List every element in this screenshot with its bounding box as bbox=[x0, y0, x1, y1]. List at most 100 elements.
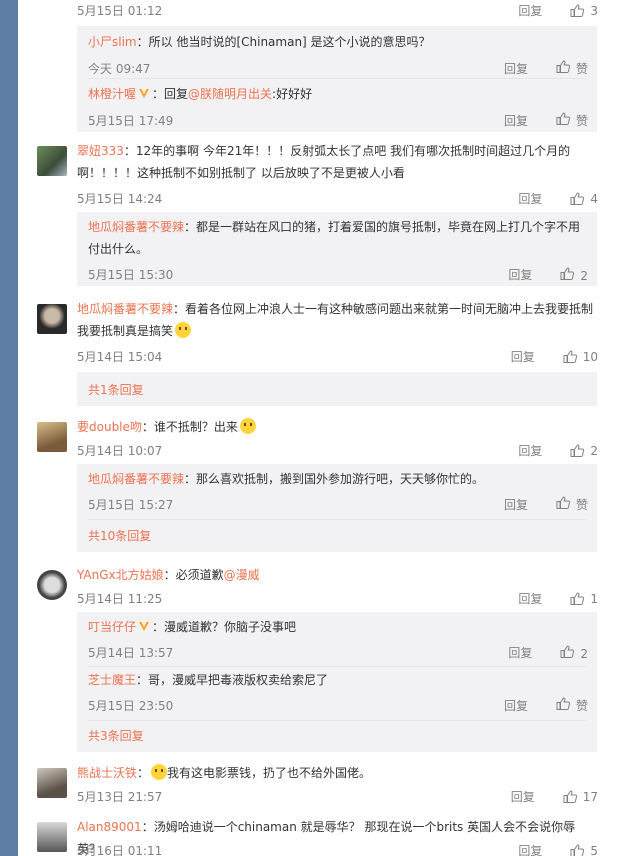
comment-time: 5月13日 21:57 bbox=[77, 790, 163, 804]
reply-actions: 回复 赞 bbox=[504, 697, 588, 714]
comment-time: 5月14日 11:25 bbox=[77, 592, 163, 606]
divider bbox=[88, 666, 586, 667]
like-button[interactable]: 3 bbox=[570, 4, 598, 18]
reply-text: ：漫威道歉？你脑子没事吧 bbox=[152, 620, 297, 634]
reply-button[interactable]: 回复 bbox=[518, 442, 542, 459]
comment-text: 我有这电影票钱，扔了也不给外国佬。 bbox=[167, 766, 372, 780]
user-link[interactable]: 林橙汁喔 bbox=[88, 87, 136, 101]
reply-button[interactable]: 回复 bbox=[518, 590, 542, 607]
avatar[interactable] bbox=[37, 768, 67, 798]
more-replies-link[interactable]: 共10条回复 bbox=[88, 527, 151, 544]
avatar[interactable] bbox=[37, 422, 67, 452]
like-count: 4 bbox=[590, 191, 598, 206]
mention-link[interactable]: @朕随明月出关 bbox=[188, 87, 272, 101]
sub-replies: 叮当仔仔 ：漫威道歉？你脑子没事吧 5月14日 13:57 回复 2 芝士魔王：哥… bbox=[77, 612, 597, 752]
comment-item: 5月15日 01:12 回复 3 bbox=[18, 0, 618, 22]
avatar[interactable] bbox=[37, 822, 67, 852]
reply-button[interactable]: 回复 bbox=[518, 190, 542, 207]
smile-emoji-icon bbox=[151, 764, 168, 780]
avatar[interactable] bbox=[37, 304, 67, 334]
like-button[interactable]: 4 bbox=[570, 192, 598, 206]
like-count: 10 bbox=[582, 349, 598, 364]
like-count: 2 bbox=[580, 268, 588, 283]
reply-text: :好好好 bbox=[272, 87, 313, 101]
user-link[interactable]: 叮当仔仔 bbox=[88, 620, 136, 634]
reply-time: 今天 09:47 bbox=[88, 62, 151, 76]
comment-actions: 回复 10 bbox=[511, 348, 598, 365]
reply-time: 5月15日 23:50 bbox=[88, 699, 174, 713]
sub-reply: 地瓜焖番薯不要辣：都是一群站在风口的猪，打着爱国的旗号抵制，毕竟在网上打几个字不… bbox=[88, 216, 588, 283]
like-count: 2 bbox=[580, 646, 588, 661]
thumbs-up-icon bbox=[570, 592, 584, 605]
comment-item: 要double吻：谁不抵制？出来 5月14日 10:07 回复 2 地瓜焖番薯不… bbox=[18, 416, 618, 556]
reply-actions: 回复 赞 bbox=[504, 60, 588, 77]
reply-button[interactable]: 回复 bbox=[518, 842, 542, 856]
divider bbox=[88, 519, 586, 520]
like-button[interactable]: 2 bbox=[560, 645, 588, 661]
reply-button[interactable]: 回复 bbox=[511, 348, 535, 365]
comment-item: YAnGx北方姑娘：必须道歉@漫威 5月14日 11:25 回复 1 叮当仔仔 ：… bbox=[18, 564, 618, 756]
comment-text-block: 要double吻：谁不抵制？出来 bbox=[77, 416, 597, 438]
reply-actions: 回复 赞 bbox=[504, 112, 588, 129]
thumbs-up-icon bbox=[556, 60, 570, 73]
like-count: 1 bbox=[590, 591, 598, 606]
mention-link[interactable]: @漫威 bbox=[224, 568, 260, 582]
like-count: 5 bbox=[590, 843, 598, 856]
like-button[interactable]: 10 bbox=[563, 350, 598, 364]
like-button[interactable]: 赞 bbox=[556, 112, 588, 129]
user-link[interactable]: 地瓜焖番薯不要辣 bbox=[88, 472, 184, 486]
thumbs-up-icon bbox=[570, 444, 584, 457]
like-button[interactable]: 17 bbox=[563, 790, 598, 804]
like-button[interactable]: 赞 bbox=[556, 697, 588, 714]
sub-reply: 芝士魔王：哥，漫威早把毒液版权卖给索尼了 5月15日 23:50 回复 赞 bbox=[88, 669, 588, 715]
user-link[interactable]: 地瓜焖番薯不要辣 bbox=[88, 220, 184, 234]
laugh-emoji-icon bbox=[175, 322, 192, 338]
comment-actions: 回复 1 bbox=[518, 590, 598, 607]
like-button[interactable]: 赞 bbox=[556, 60, 588, 77]
user-link[interactable]: YAnGx北方姑娘 bbox=[77, 568, 164, 582]
avatar[interactable] bbox=[37, 570, 67, 600]
reply-button[interactable]: 回复 bbox=[504, 496, 528, 513]
reply-button[interactable]: 回复 bbox=[508, 644, 532, 661]
user-link[interactable]: 地瓜焖番薯不要辣 bbox=[77, 302, 173, 316]
user-link[interactable]: 要double吻 bbox=[77, 420, 142, 434]
sub-replies: 共1条回复 bbox=[77, 372, 597, 406]
user-link[interactable]: 小尸slim bbox=[88, 35, 137, 49]
comment-actions: 回复 3 bbox=[518, 2, 598, 19]
user-link[interactable]: Alan89001 bbox=[77, 820, 142, 834]
more-replies-link[interactable]: 共3条回复 bbox=[88, 727, 144, 744]
comment-item: 熊战士沃铁： 我有这电影票钱，扔了也不给外国佬。 5月13日 21:57 回复 1… bbox=[18, 762, 618, 812]
like-button[interactable]: 5 bbox=[570, 844, 598, 856]
thumbs-up-icon bbox=[556, 496, 570, 509]
reply-button[interactable]: 回复 bbox=[504, 60, 528, 77]
divider bbox=[88, 720, 586, 721]
reply-button[interactable]: 回复 bbox=[508, 266, 532, 283]
reply-text: ：哥，漫威早把毒液版权卖给索尼了 bbox=[136, 673, 329, 687]
reply-actions: 回复 赞 bbox=[504, 496, 588, 513]
like-button[interactable]: 2 bbox=[570, 444, 598, 458]
comment-text-block: YAnGx北方姑娘：必须道歉@漫威 bbox=[77, 564, 597, 586]
sub-reply: 林橙汁喔 ：回复@朕随明月出关:好好好 5月15日 17:49 回复 赞 bbox=[88, 83, 588, 129]
reply-prefix: ：回复 bbox=[152, 87, 189, 101]
like-button[interactable]: 2 bbox=[560, 267, 588, 283]
reply-button[interactable]: 回复 bbox=[511, 788, 535, 805]
thumbs-up-icon bbox=[556, 697, 570, 710]
sub-reply: 地瓜焖番薯不要辣：那么喜欢抵制，搬到国外参加游行吧，天天够你忙的。 5月15日 … bbox=[88, 468, 588, 514]
avatar[interactable] bbox=[37, 146, 67, 176]
like-button[interactable]: 赞 bbox=[556, 496, 588, 513]
reply-button[interactable]: 回复 bbox=[504, 697, 528, 714]
user-link[interactable]: 芝士魔王 bbox=[88, 673, 136, 687]
thumbs-up-icon bbox=[570, 192, 584, 205]
reply-button[interactable]: 回复 bbox=[518, 2, 542, 19]
thumbs-up-icon bbox=[570, 844, 584, 856]
reply-time: 5月15日 17:49 bbox=[88, 114, 174, 128]
comment-text-block: 翠妞333：12年的事啊 今年21年！！！反射弧太长了点吧 我们有哪次抵制时间超… bbox=[77, 140, 597, 184]
like-button[interactable]: 1 bbox=[570, 592, 598, 606]
comment-text: ：谁不抵制？出来 bbox=[141, 420, 238, 434]
user-link[interactable]: 熊战士沃铁 bbox=[77, 766, 137, 780]
like-count: 2 bbox=[590, 443, 598, 458]
user-link[interactable]: 翠妞333 bbox=[77, 144, 124, 158]
more-replies-link[interactable]: 共1条回复 bbox=[88, 381, 144, 398]
thumbs-up-icon bbox=[560, 267, 574, 280]
reply-button[interactable]: 回复 bbox=[504, 112, 528, 129]
